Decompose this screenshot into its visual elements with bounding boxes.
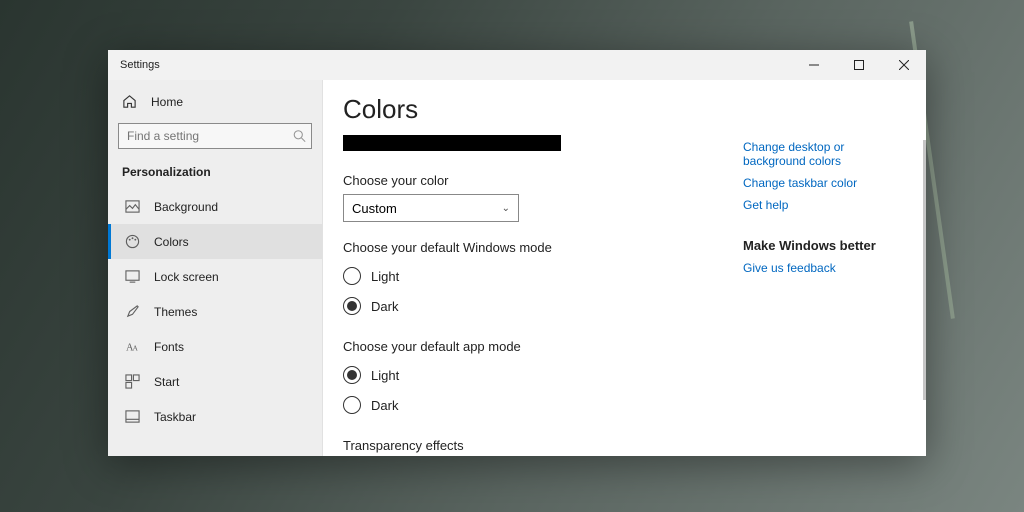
page-title: Colors bbox=[343, 94, 713, 125]
radio-icon bbox=[343, 366, 361, 384]
app-mode-dark[interactable]: Dark bbox=[343, 390, 713, 420]
sidebar-item-background[interactable]: Background bbox=[108, 189, 322, 224]
start-icon bbox=[125, 374, 140, 389]
color-preview bbox=[343, 135, 561, 151]
sidebar-item-colors[interactable]: Colors bbox=[108, 224, 322, 259]
palette-icon bbox=[125, 234, 140, 249]
minimize-button[interactable] bbox=[791, 50, 836, 80]
make-windows-better-header: Make Windows better bbox=[743, 238, 906, 253]
maximize-button[interactable] bbox=[836, 50, 881, 80]
chevron-down-icon: ⌄ bbox=[502, 203, 510, 214]
titlebar: Settings bbox=[108, 50, 926, 80]
maximize-icon bbox=[854, 60, 864, 70]
radio-icon bbox=[343, 267, 361, 285]
window-controls bbox=[791, 50, 926, 80]
settings-window: Settings Home bbox=[108, 50, 926, 456]
windows-mode-label: Choose your default Windows mode bbox=[343, 240, 713, 255]
window-title: Settings bbox=[120, 59, 160, 71]
radio-icon bbox=[343, 297, 361, 315]
taskbar-icon bbox=[125, 409, 140, 424]
minimize-icon bbox=[809, 60, 819, 70]
windows-mode-light[interactable]: Light bbox=[343, 261, 713, 291]
link-feedback[interactable]: Give us feedback bbox=[743, 261, 906, 275]
transparency-label: Transparency effects bbox=[343, 438, 713, 453]
sidebar: Home Personalization Background Colors L… bbox=[108, 80, 323, 456]
windows-mode-group: Light Dark bbox=[343, 261, 713, 321]
window-body: Home Personalization Background Colors L… bbox=[108, 80, 926, 456]
sidebar-item-fonts[interactable]: AA Fonts bbox=[108, 329, 322, 364]
sidebar-item-label: Fonts bbox=[154, 340, 184, 354]
sidebar-item-label: Background bbox=[154, 200, 218, 214]
sidebar-item-taskbar[interactable]: Taskbar bbox=[108, 399, 322, 434]
link-change-taskbar[interactable]: Change taskbar color bbox=[743, 176, 906, 190]
sidebar-item-start[interactable]: Start bbox=[108, 364, 322, 399]
sidebar-item-label: Start bbox=[154, 375, 179, 389]
sidebar-item-label: Themes bbox=[154, 305, 197, 319]
font-icon: AA bbox=[125, 339, 140, 354]
svg-text:A: A bbox=[133, 343, 139, 352]
app-mode-light[interactable]: Light bbox=[343, 360, 713, 390]
radio-label: Dark bbox=[371, 398, 398, 413]
radio-icon bbox=[343, 396, 361, 414]
scrollbar[interactable] bbox=[923, 140, 926, 400]
nav-home-label: Home bbox=[151, 95, 183, 109]
sidebar-item-themes[interactable]: Themes bbox=[108, 294, 322, 329]
link-get-help[interactable]: Get help bbox=[743, 198, 906, 212]
sidebar-item-label: Taskbar bbox=[154, 410, 196, 424]
dropdown-value: Custom bbox=[352, 201, 397, 216]
radio-label: Light bbox=[371, 269, 399, 284]
nav-home[interactable]: Home bbox=[108, 86, 322, 117]
brush-icon bbox=[125, 304, 140, 319]
content-area: Colors Choose your color Custom ⌄ Choose… bbox=[323, 80, 926, 456]
monitor-icon bbox=[125, 269, 140, 284]
radio-label: Light bbox=[371, 368, 399, 383]
search-icon bbox=[293, 130, 306, 143]
close-icon bbox=[899, 60, 909, 70]
home-icon bbox=[122, 94, 137, 109]
right-column: Change desktop or background colors Chan… bbox=[733, 80, 926, 456]
radio-label: Dark bbox=[371, 299, 398, 314]
choose-color-dropdown[interactable]: Custom ⌄ bbox=[343, 194, 519, 222]
windows-mode-dark[interactable]: Dark bbox=[343, 291, 713, 321]
main-column: Colors Choose your color Custom ⌄ Choose… bbox=[323, 80, 733, 456]
sidebar-item-label: Lock screen bbox=[154, 270, 219, 284]
sidebar-item-label: Colors bbox=[154, 235, 189, 249]
app-mode-label: Choose your default app mode bbox=[343, 339, 713, 354]
app-mode-group: Light Dark bbox=[343, 360, 713, 420]
link-change-desktop[interactable]: Change desktop or background colors bbox=[743, 140, 906, 168]
sidebar-item-lock-screen[interactable]: Lock screen bbox=[108, 259, 322, 294]
sidebar-section-header: Personalization bbox=[108, 159, 322, 189]
close-button[interactable] bbox=[881, 50, 926, 80]
choose-color-label: Choose your color bbox=[343, 173, 713, 188]
search-box bbox=[118, 123, 312, 149]
search-input[interactable] bbox=[118, 123, 312, 149]
image-icon bbox=[125, 199, 140, 214]
